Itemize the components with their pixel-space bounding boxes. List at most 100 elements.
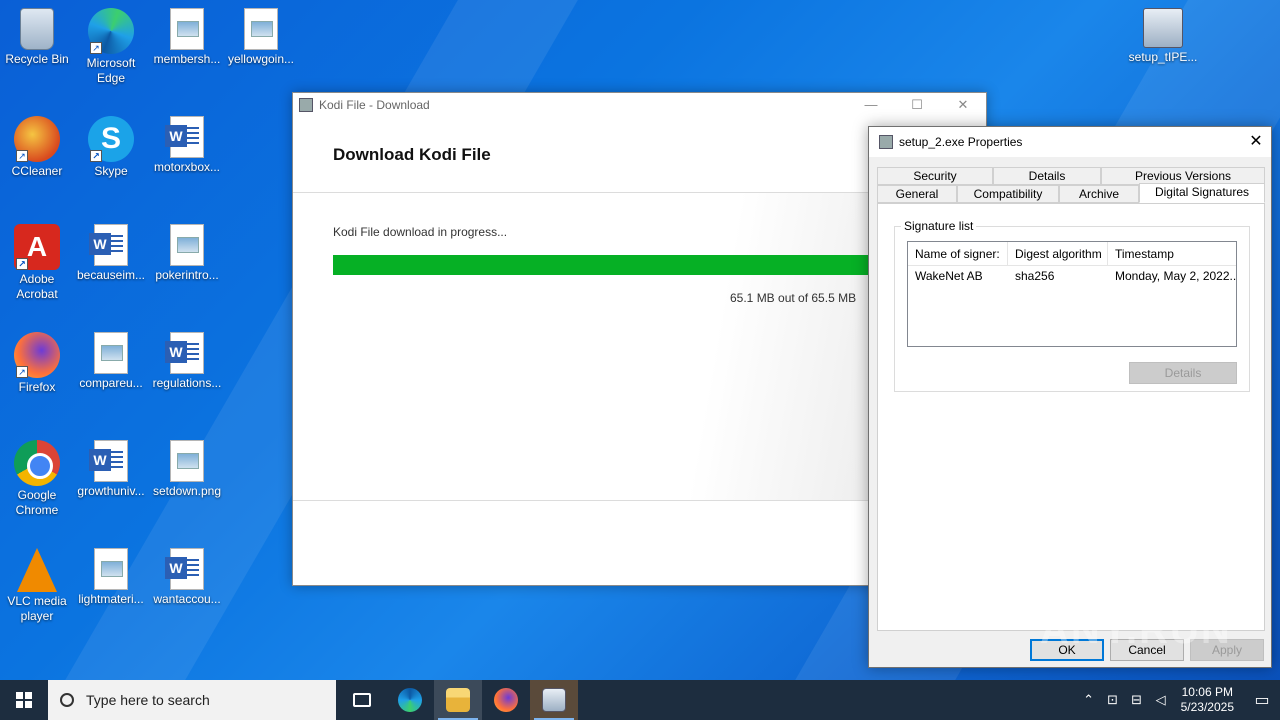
desktop-icon-google-chrome[interactable]: Google Chrome: [0, 440, 74, 518]
image-file-icon: [170, 440, 204, 482]
desktop-icon-file[interactable]: yellowgoin...: [224, 8, 298, 67]
tab-archive[interactable]: Archive: [1059, 185, 1139, 203]
word-document-icon: W: [89, 224, 128, 266]
column-header-timestamp[interactable]: Timestamp: [1108, 242, 1236, 265]
desktop-icon-label: growthuniv...: [77, 484, 145, 498]
desktop-icon-label: becauseim...: [76, 268, 146, 282]
taskbar-firefox[interactable]: [482, 680, 530, 720]
desktop-icon-file[interactable]: W becauseim...: [74, 224, 148, 283]
tab-compatibility[interactable]: Compatibility: [957, 185, 1059, 203]
network-icon[interactable]: ⊟: [1125, 692, 1149, 708]
edge-icon: [398, 688, 422, 712]
installer-icon: [299, 98, 313, 112]
desktop-icon-vlc[interactable]: VLC media player: [0, 548, 74, 624]
minimize-button[interactable]: —: [848, 93, 894, 117]
tab-strip: Security Details Previous Versions Gener…: [877, 167, 1265, 204]
desktop-icon-label: pokerintro...: [155, 268, 219, 282]
clock-time: 10:06 PM: [1181, 685, 1233, 699]
close-button[interactable]: ✕: [940, 93, 986, 117]
maximize-button[interactable]: ☐: [894, 93, 940, 117]
desktop-icon-adobe-acrobat[interactable]: A ↗ Adobe Acrobat: [0, 224, 74, 302]
desktop-icon-file[interactable]: pokerintro...: [150, 224, 224, 283]
desktop-icon-label: Microsoft Edge: [86, 56, 136, 85]
system-tray: ⌃ ⊡ ⊟ ◁ 10:06 PM 5/23/2025 ▭: [1077, 680, 1280, 720]
desktop-icon-label: CCleaner: [11, 164, 63, 178]
taskbar-edge[interactable]: [386, 680, 434, 720]
tab-digital-signatures[interactable]: Digital Signatures: [1139, 183, 1265, 203]
close-button[interactable]: ✕: [1241, 127, 1271, 157]
chevron-up-icon[interactable]: ⌃: [1077, 692, 1101, 708]
tab-security[interactable]: Security: [877, 167, 993, 185]
image-file-icon: [94, 548, 128, 590]
desktop-icon-file[interactable]: setdown.png: [150, 440, 224, 499]
taskbar: Type here to search ⌃ ⊡ ⊟ ◁ 10:06 PM 5/2…: [0, 680, 1280, 720]
watermark: ANY.RUN: [1040, 608, 1232, 652]
desktop-icon-label: VLC media player: [7, 594, 67, 623]
dialog-title: setup_2.exe Properties: [899, 135, 1023, 149]
chrome-icon: [14, 440, 60, 486]
taskbar-search[interactable]: Type here to search: [48, 680, 336, 720]
edge-icon: ↗: [88, 8, 134, 54]
desktop-icon-firefox[interactable]: ↗ Firefox: [0, 332, 74, 395]
image-file-icon: [170, 224, 204, 266]
notification-icon[interactable]: ▭: [1244, 690, 1280, 710]
desktop-icon-label: Google Chrome: [15, 488, 59, 517]
desktop-icon-label: setup_tIPE...: [1128, 50, 1198, 64]
desktop-icon-file[interactable]: W growthuniv...: [74, 440, 148, 499]
desktop-icon-setup[interactable]: setup_tIPE...: [1125, 8, 1201, 65]
installer-icon: [1143, 8, 1183, 48]
desktop-icon-edge[interactable]: ↗ Microsoft Edge: [74, 8, 148, 86]
word-document-icon: W: [89, 440, 128, 482]
device-icon[interactable]: ⊡: [1101, 692, 1125, 708]
search-icon: [60, 693, 74, 707]
desktop-icon-label: Skype: [94, 164, 128, 178]
status-text: Kodi File download in progress...: [333, 225, 508, 239]
desktop-icon-label: Firefox: [18, 380, 56, 394]
progress-fill: [333, 255, 950, 275]
title-bar: setup_2.exe Properties: [869, 127, 1271, 157]
desktop-icon-label: wantaccou...: [153, 592, 221, 606]
image-file-icon: [170, 8, 204, 50]
desktop-icon-label: membersh...: [153, 52, 221, 66]
column-header-signer[interactable]: Name of signer:: [908, 242, 1008, 265]
volume-icon[interactable]: ◁: [1149, 692, 1173, 708]
taskbar-installer[interactable]: [530, 680, 578, 720]
desktop-icon-file[interactable]: W wantaccou...: [150, 548, 224, 607]
desktop-icon-recycle-bin[interactable]: Recycle Bin: [0, 8, 74, 67]
group-label: Signature list: [901, 219, 977, 233]
properties-dialog: setup_2.exe Properties ✕ Security Detail…: [868, 126, 1272, 668]
tab-general[interactable]: General: [877, 185, 957, 203]
table-row[interactable]: WakeNet AB sha256 Monday, May 2, 2022...: [908, 266, 1236, 286]
desktop-icon-file[interactable]: membersh...: [150, 8, 224, 67]
download-progress-bar: [333, 255, 953, 275]
image-file-icon: [244, 8, 278, 50]
word-document-icon: W: [165, 548, 204, 590]
tab-details[interactable]: Details: [993, 167, 1101, 185]
desktop-icon-file[interactable]: lightmateri...: [74, 548, 148, 607]
desktop-icon-file[interactable]: W motorxbox...: [150, 116, 224, 175]
desktop-icon-file[interactable]: W regulations...: [150, 332, 224, 391]
signer-name: WakeNet AB: [915, 269, 983, 283]
details-button[interactable]: Details: [1129, 362, 1237, 384]
folder-icon: [446, 688, 470, 712]
desktop-icon-skype[interactable]: S ↗ Skype: [74, 116, 148, 179]
list-header: Name of signer: Digest algorithm Timesta…: [908, 242, 1236, 266]
ccleaner-icon: ↗: [14, 116, 60, 162]
word-document-icon: W: [165, 116, 204, 158]
task-view-button[interactable]: [338, 680, 386, 720]
signature-list[interactable]: Name of signer: Digest algorithm Timesta…: [907, 241, 1237, 347]
start-button[interactable]: [0, 680, 48, 720]
column-header-digest[interactable]: Digest algorithm: [1008, 242, 1108, 265]
installer-icon: [879, 135, 893, 149]
taskbar-file-explorer[interactable]: [434, 680, 482, 720]
digital-signatures-panel: Signature list Name of signer: Digest al…: [877, 203, 1265, 631]
desktop-icon-label: motorxbox...: [153, 160, 221, 174]
signature-list-group: Signature list Name of signer: Digest al…: [894, 219, 1250, 392]
desktop-icon-file[interactable]: compareu...: [74, 332, 148, 391]
image-file-icon: [94, 332, 128, 374]
clock[interactable]: 10:06 PM 5/23/2025: [1181, 685, 1234, 715]
desktop-icon-ccleaner[interactable]: ↗ CCleaner: [0, 116, 74, 179]
windows-logo-icon: [16, 692, 32, 708]
vlc-icon: [17, 548, 57, 592]
clock-date: 5/23/2025: [1180, 700, 1234, 714]
